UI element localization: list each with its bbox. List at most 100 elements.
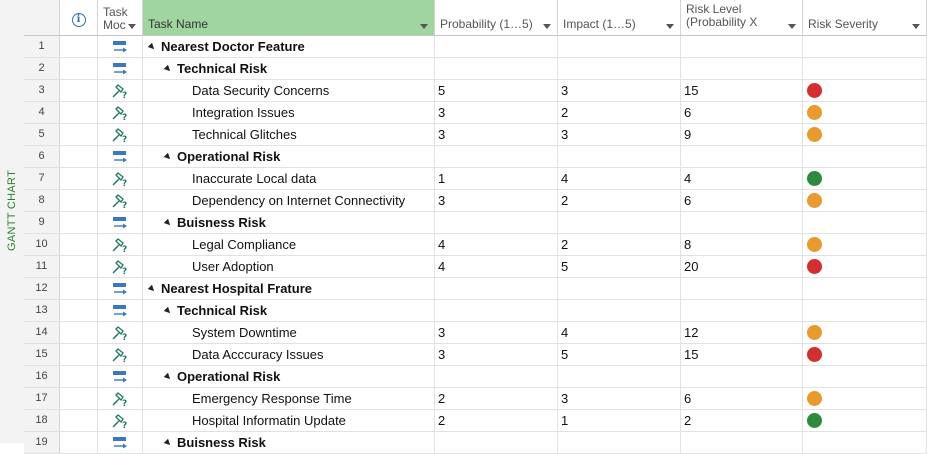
probability-cell[interactable]: 3 [435,124,558,145]
impact-cell[interactable]: 5 [558,344,681,365]
collapse-triangle-icon[interactable] [163,152,173,161]
impact-cell[interactable] [558,278,681,299]
collapse-triangle-icon[interactable] [147,42,157,51]
row-id[interactable]: 6 [24,146,60,167]
collapse-triangle-icon[interactable] [163,64,173,73]
indicators-cell[interactable] [60,278,98,299]
risk-level-cell[interactable]: 6 [681,190,803,211]
task-name-cell[interactable]: User Adoption [143,256,435,277]
task-name-cell[interactable]: Inaccurate Local data [143,168,435,189]
task-name-column-header[interactable]: Task Name [143,0,435,36]
risk-level-cell[interactable]: 20 [681,256,803,277]
risk-level-cell[interactable] [681,366,803,387]
task-name-cell[interactable]: Buisness Risk [143,212,435,233]
impact-cell[interactable]: 2 [558,190,681,211]
impact-cell[interactable]: 3 [558,124,681,145]
collapse-triangle-icon[interactable] [147,284,157,293]
risk-severity-cell[interactable] [803,366,927,387]
task-name-cell[interactable]: Nearest Hospital Frature [143,278,435,299]
probability-cell[interactable]: 3 [435,344,558,365]
probability-cell[interactable] [435,58,558,79]
task-mode-cell[interactable] [98,36,143,57]
indicators-cell[interactable] [60,322,98,343]
risk-level-cell[interactable]: 8 [681,234,803,255]
indicators-cell[interactable] [60,388,98,409]
risk-level-cell[interactable]: 15 [681,80,803,101]
table-row[interactable]: 17 ? Emergency Response Time 2 3 6 [24,388,927,410]
impact-cell[interactable] [558,212,681,233]
row-id[interactable]: 1 [24,36,60,57]
risk-severity-cell[interactable] [803,146,927,167]
probability-cell[interactable] [435,212,558,233]
table-row[interactable]: 1 Nearest Doctor Feature [24,36,927,58]
table-row[interactable]: 8 ? Dependency on Internet Connectivity … [24,190,927,212]
chevron-down-icon[interactable] [543,24,551,29]
probability-cell[interactable]: 3 [435,102,558,123]
view-bar[interactable]: GANTT CHART [0,0,25,443]
table-row[interactable]: 12 Nearest Hospital Frature [24,278,927,300]
chevron-down-icon[interactable] [912,24,920,29]
indicators-cell[interactable] [60,410,98,431]
impact-column-header[interactable]: Impact (1…5) [558,0,681,36]
table-row[interactable]: 3 ? Data Security Concerns 5 3 15 [24,80,927,102]
table-row[interactable]: 2 Technical Risk [24,58,927,80]
impact-cell[interactable]: 3 [558,80,681,101]
risk-level-cell[interactable]: 4 [681,168,803,189]
table-row[interactable]: 9 Buisness Risk [24,212,927,234]
indicators-cell[interactable] [60,212,98,233]
table-row[interactable]: 6 Operational Risk [24,146,927,168]
risk-severity-cell[interactable] [803,102,927,123]
indicators-cell[interactable] [60,36,98,57]
impact-cell[interactable] [558,366,681,387]
chevron-down-icon[interactable] [788,24,796,29]
risk-level-cell[interactable] [681,300,803,321]
task-mode-cell[interactable] [98,278,143,299]
risk-severity-cell[interactable] [803,124,927,145]
task-name-cell[interactable]: Technical Risk [143,58,435,79]
row-id[interactable]: 13 [24,300,60,321]
table-row[interactable]: 15 ? Data Acccuracy Issues 3 5 15 [24,344,927,366]
row-id[interactable]: 3 [24,80,60,101]
risk-level-cell[interactable] [681,58,803,79]
probability-cell[interactable]: 5 [435,80,558,101]
risk-severity-cell[interactable] [803,278,927,299]
task-name-cell[interactable]: Hospital Informatin Update [143,410,435,431]
task-mode-cell[interactable] [98,58,143,79]
row-id[interactable]: 18 [24,410,60,431]
task-name-cell[interactable]: Technical Glitches [143,124,435,145]
indicators-cell[interactable] [60,366,98,387]
task-name-cell[interactable]: Data Acccuracy Issues [143,344,435,365]
table-row[interactable]: 14 ? System Downtime 3 4 12 [24,322,927,344]
task-name-cell[interactable]: Nearest Doctor Feature [143,36,435,57]
risk-level-cell[interactable]: 12 [681,322,803,343]
risk-severity-cell[interactable] [803,234,927,255]
probability-cell[interactable] [435,366,558,387]
task-name-cell[interactable]: Legal Compliance [143,234,435,255]
indicators-cell[interactable] [60,80,98,101]
indicators-cell[interactable] [60,234,98,255]
task-name-cell[interactable]: Operational Risk [143,146,435,167]
risk-severity-cell[interactable] [803,190,927,211]
impact-cell[interactable] [558,146,681,167]
indicators-cell[interactable] [60,146,98,167]
impact-cell[interactable]: 1 [558,410,681,431]
row-id[interactable]: 14 [24,322,60,343]
table-row[interactable]: 19 Buisness Risk [24,432,927,454]
row-id[interactable]: 17 [24,388,60,409]
indicators-cell[interactable] [60,102,98,123]
task-name-cell[interactable]: Data Security Concerns [143,80,435,101]
task-mode-cell[interactable]: ? [98,344,143,365]
risk-level-cell[interactable] [681,146,803,167]
task-mode-cell[interactable]: ? [98,190,143,211]
table-row[interactable]: 13 Technical Risk [24,300,927,322]
impact-cell[interactable]: 4 [558,322,681,343]
risk-severity-cell[interactable] [803,168,927,189]
indicators-cell[interactable] [60,190,98,211]
probability-cell[interactable] [435,278,558,299]
indicators-cell[interactable] [60,168,98,189]
indicators-cell[interactable] [60,300,98,321]
risk-severity-cell[interactable] [803,58,927,79]
task-mode-cell[interactable]: ? [98,124,143,145]
probability-cell[interactable]: 4 [435,256,558,277]
indicators-cell[interactable] [60,58,98,79]
